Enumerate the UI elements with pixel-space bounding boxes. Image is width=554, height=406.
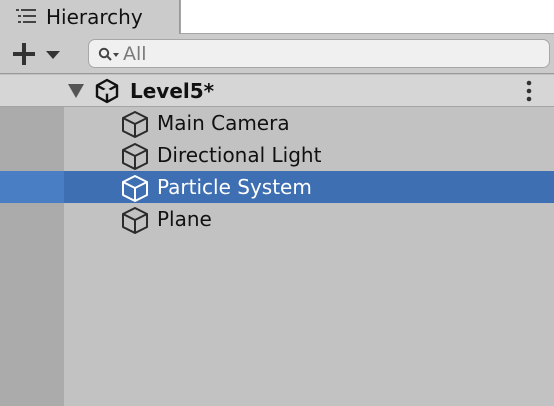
tab-bar-empty-area <box>181 0 554 33</box>
hierarchy-item-label: Main Camera <box>157 111 290 135</box>
hierarchy-item-label: Plane <box>157 207 212 231</box>
gameobject-cube-icon <box>122 175 148 202</box>
hierarchy-item-directional-light[interactable]: Directional Light <box>0 139 554 171</box>
plus-icon <box>13 43 35 65</box>
gameobject-cube-icon <box>122 143 148 170</box>
scene-header[interactable]: Level5* <box>0 75 554 107</box>
tab-label: Hierarchy <box>46 5 143 29</box>
hierarchy-item-label: Particle System <box>157 175 312 199</box>
hierarchy-toolbar <box>0 34 554 74</box>
hierarchy-item-label: Directional Light <box>157 143 322 167</box>
dropdown-arrow-icon <box>46 51 60 59</box>
foldout-arrow-icon[interactable] <box>68 84 84 98</box>
gameobject-cube-icon <box>122 111 148 138</box>
search-input[interactable] <box>123 41 533 66</box>
gameobject-cube-icon <box>122 207 148 234</box>
scene-name: Level5* <box>130 79 215 103</box>
tab-hierarchy[interactable]: Hierarchy <box>0 0 180 34</box>
add-object-button[interactable] <box>10 40 66 68</box>
hierarchy-item-particle-system[interactable]: Particle System <box>0 171 554 203</box>
tab-bar: Hierarchy <box>0 0 554 34</box>
list-menu-icon <box>16 9 36 23</box>
unity-scene-icon <box>95 78 119 104</box>
hierarchy-item-plane[interactable]: Plane <box>0 203 554 235</box>
search-field[interactable] <box>88 39 550 68</box>
search-icon <box>98 47 119 61</box>
hierarchy-item-main-camera[interactable]: Main Camera <box>0 107 554 139</box>
more-options-icon[interactable] <box>518 80 540 102</box>
